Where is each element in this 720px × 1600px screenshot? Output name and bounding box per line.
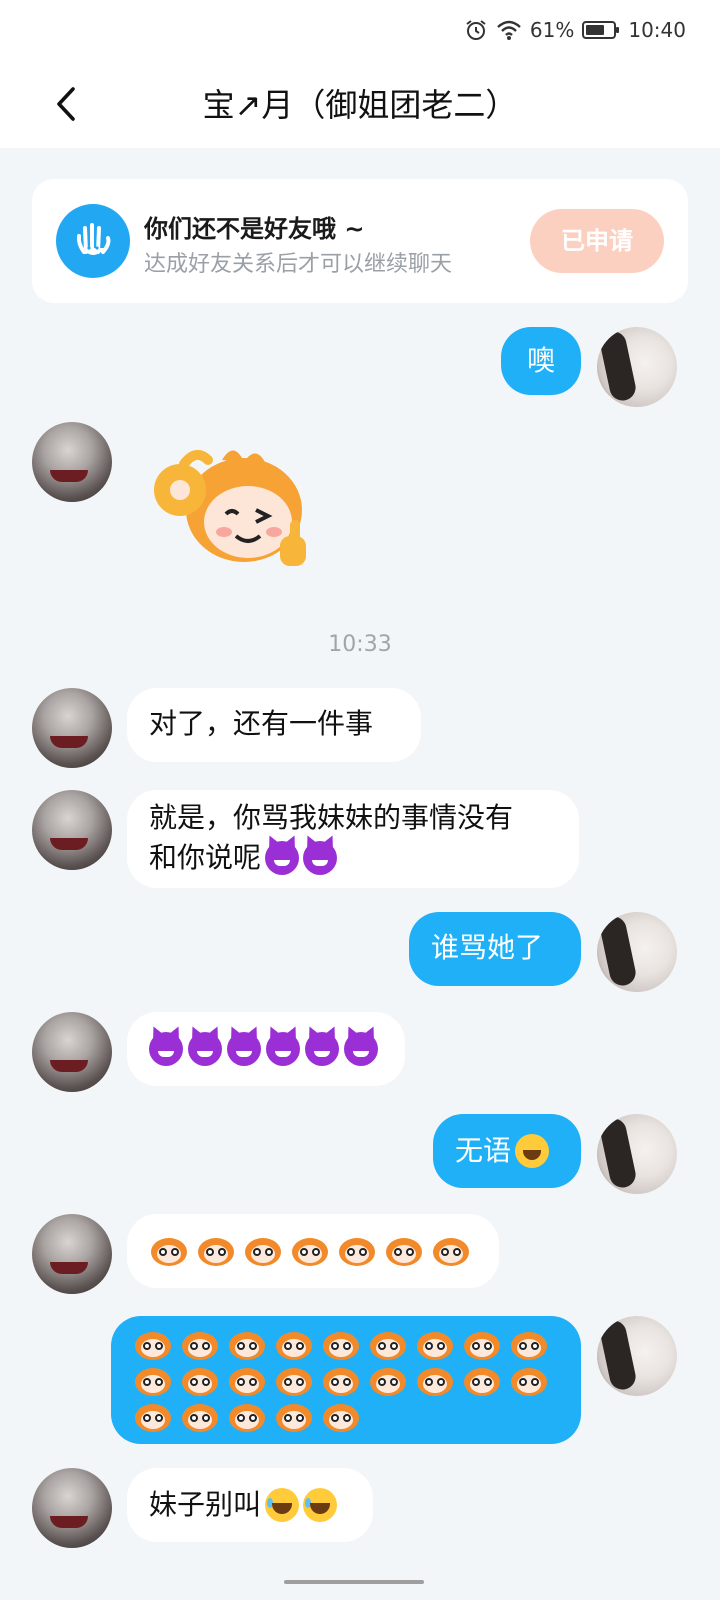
devil-emoji — [344, 1032, 378, 1066]
message-text: 妹子别叫 — [149, 1488, 262, 1521]
monkey-face-emoji — [227, 1362, 267, 1398]
wifi-icon — [497, 20, 521, 40]
monkey-face-emoji — [227, 1398, 267, 1434]
monkey-face-emoji — [149, 1232, 189, 1268]
chat-timestamp: 10:33 — [328, 632, 392, 657]
message-text: 无语 — [455, 1134, 512, 1167]
outgoing-message[interactable] — [111, 1316, 581, 1444]
my-avatar[interactable] — [597, 912, 677, 992]
monkey-face-emoji — [274, 1398, 314, 1434]
monkey-face-emoji — [462, 1362, 502, 1398]
message-text: 谁骂她了 — [431, 931, 544, 964]
monkey-face-emoji — [180, 1362, 220, 1398]
my-avatar[interactable] — [597, 1316, 677, 1396]
devil-emoji — [305, 1032, 339, 1066]
monkey-face-emoji — [368, 1362, 408, 1398]
banner-title: 你们还不是好友哦 ~ — [144, 215, 365, 243]
monkey-face-emoji — [274, 1326, 314, 1362]
friend-avatar[interactable] — [32, 688, 112, 768]
monkey-face-emoji — [509, 1326, 549, 1362]
incoming-message[interactable]: 就是，你骂我妹妹的事情没有 和你说呢 — [127, 790, 579, 888]
incoming-message[interactable] — [127, 1012, 405, 1086]
alarm-icon — [466, 20, 486, 40]
monkey-face-emoji — [431, 1232, 471, 1268]
devil-emoji — [303, 841, 338, 875]
message-text: 就是，你骂我妹妹的事情没有 — [149, 801, 514, 834]
status-bar: 61% 10:40 — [0, 0, 720, 60]
monkey-face-emoji — [243, 1232, 283, 1268]
monkey-face-emoji — [415, 1326, 455, 1362]
monkey-face-emoji — [290, 1232, 330, 1268]
monkey-face-emoji — [133, 1326, 173, 1362]
friend-avatar[interactable] — [32, 1214, 112, 1294]
not-friends-banner: 你们还不是好友哦 ~ 达成好友关系后才可以继续聊天 已申请 — [32, 179, 688, 303]
chat-header: 宝↗月（御姐团老二） — [0, 60, 720, 148]
battery-percent: 61% — [529, 18, 575, 42]
friend-avatar[interactable] — [32, 1468, 112, 1548]
monkey-face-emoji — [227, 1326, 267, 1362]
emoji-row — [149, 1232, 477, 1268]
tears-of-joy-emoji — [265, 1488, 300, 1522]
battery-icon — [582, 21, 620, 39]
tears-of-joy-emoji — [303, 1488, 338, 1522]
monkey-face-emoji — [133, 1398, 173, 1434]
monkey-face-emoji — [133, 1362, 173, 1398]
monkey-ok-wink-sticker[interactable] — [144, 440, 320, 580]
friend-avatar[interactable] — [32, 790, 112, 870]
friend-avatar[interactable] — [32, 422, 112, 502]
monkey-face-emoji — [196, 1232, 236, 1268]
monkey-face-emoji — [509, 1362, 549, 1398]
incoming-message[interactable]: 对了，还有一件事 — [127, 688, 421, 762]
monkey-face-emoji — [321, 1362, 361, 1398]
sweat-smile-emoji — [515, 1134, 550, 1168]
emoji-row — [149, 1032, 383, 1066]
devil-emoji — [265, 841, 300, 875]
incoming-message[interactable]: 妹子别叫 — [127, 1468, 373, 1542]
outgoing-message[interactable]: 谁骂她了 — [409, 912, 581, 986]
devil-emoji — [188, 1032, 222, 1066]
message-text: 噢 — [526, 344, 555, 377]
banner-subtitle: 达成好友关系后才可以继续聊天 — [144, 252, 453, 277]
outgoing-message[interactable]: 噢 — [501, 327, 581, 395]
hand-wave-icon — [56, 204, 130, 278]
monkey-face-emoji — [321, 1398, 361, 1434]
devil-emoji — [149, 1032, 183, 1066]
incoming-message[interactable] — [127, 1214, 499, 1288]
home-indicator[interactable] — [284, 1580, 424, 1584]
friend-avatar[interactable] — [32, 1012, 112, 1092]
monkey-face-emoji — [321, 1326, 361, 1362]
monkey-face-emoji — [274, 1362, 314, 1398]
message-text: 对了，还有一件事 — [149, 707, 374, 740]
applied-button[interactable]: 已申请 — [530, 209, 664, 273]
monkey-face-emoji — [462, 1326, 502, 1362]
monkey-face-emoji — [180, 1398, 220, 1434]
message-line: 和你说呢 — [149, 838, 557, 878]
devil-emoji — [266, 1032, 300, 1066]
emoji-row — [133, 1326, 559, 1434]
my-avatar[interactable] — [597, 1114, 677, 1194]
monkey-face-emoji — [180, 1326, 220, 1362]
my-avatar[interactable] — [597, 327, 677, 407]
message-text: 和你说呢 — [149, 841, 262, 874]
clock: 10:40 — [628, 18, 686, 42]
chat-title: 宝↗月（御姐团老二） — [202, 86, 518, 124]
monkey-face-emoji — [337, 1232, 377, 1268]
devil-emoji — [227, 1032, 261, 1066]
monkey-face-emoji — [368, 1326, 408, 1362]
monkey-face-emoji — [415, 1362, 455, 1398]
outgoing-message[interactable]: 无语 — [433, 1114, 581, 1188]
monkey-face-emoji — [384, 1232, 424, 1268]
status-indicators: 61% 10:40 — [464, 18, 686, 42]
